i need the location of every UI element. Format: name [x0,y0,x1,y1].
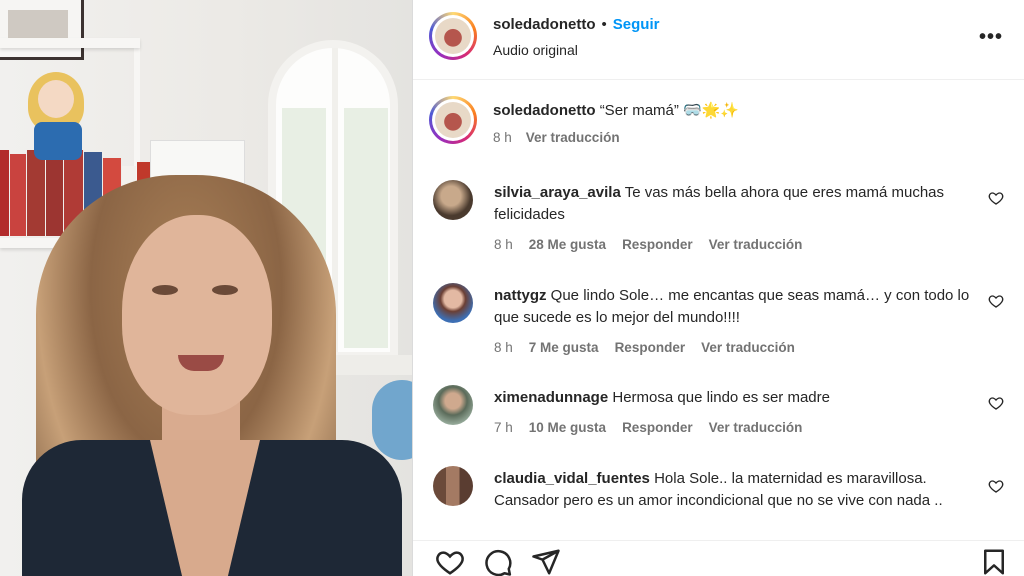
woman-speaking [0,0,412,576]
post-action-bar [413,540,1024,576]
comment-likes[interactable]: 10 Me gusta [529,417,606,439]
comment-meta: 8 h 7 Me gusta Responder Ver traducción [494,337,974,359]
comment-meta: 7 h 10 Me gusta Responder Ver traducción [494,417,974,439]
comment-username[interactable]: nattygz [494,287,547,304]
translate-link[interactable]: Ver traducción [701,337,795,359]
reply-button[interactable]: Responder [622,234,693,256]
caption-emojis: 🥽🌟✨ [683,102,740,119]
heart-outline-icon[interactable] [988,293,1004,309]
translate-link[interactable]: Ver traducción [709,417,803,439]
comment-item: ximenadunnage Hermosa que lindo es ser m… [433,385,1013,445]
translate-link[interactable]: Ver traducción [709,234,803,256]
comment-username[interactable]: claudia_vidal_fuentes [494,470,650,487]
follow-button[interactable]: Seguir [613,16,660,33]
caption-time: 8 h [493,130,512,145]
caption-translate-link[interactable]: Ver traducción [526,130,620,145]
comment-item: claudia_vidal_fuentes Hola Sole.. la mat… [433,466,1013,536]
comment-body: claudia_vidal_fuentes Hola Sole.. la mat… [494,468,974,512]
comment-time: 8 h [494,340,513,355]
comment-meta: 8 h 28 Me gusta Responder Ver traducción [494,234,974,256]
author-username[interactable]: soledadonetto [493,16,596,33]
header-title-row: soledadonetto • Seguir [493,16,659,33]
comment-username[interactable]: ximenadunnage [494,389,608,406]
post-header: soledadonetto • Seguir Audio original ••… [413,0,1024,80]
comment-username[interactable]: silvia_araya_avila [494,184,621,201]
audio-label[interactable]: Audio original [493,42,578,58]
post-caption: soledadonetto “Ser mamá” 🥽🌟✨ 8 h Ver tra… [493,100,993,145]
comment-likes[interactable]: 28 Me gusta [529,234,606,256]
comment-text: Que lindo Sole… me encantas que seas mam… [494,287,970,326]
comment-body: ximenadunnage Hermosa que lindo es ser m… [494,387,974,439]
reply-button[interactable]: Responder [615,337,686,359]
commenter-avatar[interactable] [433,466,473,506]
bookmark-icon[interactable] [979,547,1009,576]
instagram-post-view: soledadonetto • Seguir Audio original ••… [0,0,1024,576]
send-icon[interactable] [531,547,561,576]
comment-time: 8 h [494,237,513,252]
comments-panel: soledadonetto • Seguir Audio original ••… [412,0,1024,576]
separator-dot: • [601,16,607,33]
comment-body: silvia_araya_avila Te vas más bella ahor… [494,182,974,256]
commenter-avatar[interactable] [433,283,473,323]
author-avatar[interactable] [429,12,477,60]
heart-icon[interactable] [435,547,465,576]
commenter-avatar[interactable] [433,385,473,425]
heart-outline-icon[interactable] [988,478,1004,494]
post-video[interactable] [0,0,412,576]
comment-time: 7 h [494,420,513,435]
caption-meta: 8 h Ver traducción [493,130,993,145]
heart-outline-icon[interactable] [988,190,1004,206]
reply-button[interactable]: Responder [622,417,693,439]
caption-username[interactable]: soledadonetto [493,102,596,119]
comment-item: nattygz Que lindo Sole… me encantas que … [433,283,1013,363]
comment-body: nattygz Que lindo Sole… me encantas que … [494,285,974,359]
caption-text: “Ser mamá” [599,102,679,119]
comment-icon[interactable] [483,547,513,576]
commenter-avatar[interactable] [433,180,473,220]
more-options-icon[interactable]: ••• [979,26,1003,49]
caption-avatar[interactable] [429,96,477,144]
heart-outline-icon[interactable] [988,395,1004,411]
comment-likes[interactable]: 7 Me gusta [529,337,599,359]
comment-text: Hermosa que lindo es ser madre [612,389,830,406]
comment-item: silvia_araya_avila Te vas más bella ahor… [433,180,1013,260]
